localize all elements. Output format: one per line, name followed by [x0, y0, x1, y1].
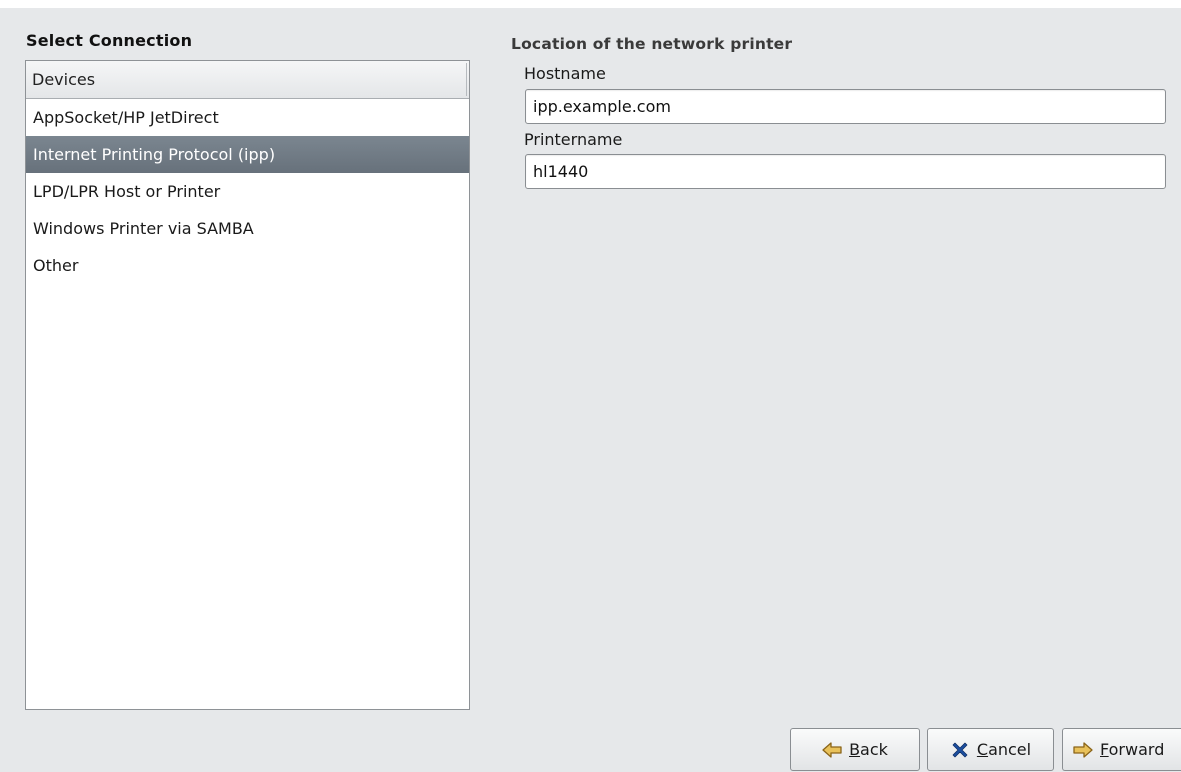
back-mnemonic: B — [849, 740, 861, 759]
back-label-rest: ack — [860, 740, 888, 759]
printername-label: Printername — [524, 130, 623, 149]
list-item-lpd[interactable]: LPD/LPR Host or Printer — [26, 173, 469, 210]
forward-label-rest: orward — [1108, 740, 1165, 759]
select-connection-title: Select Connection — [26, 31, 193, 50]
back-button-label: Back — [849, 740, 888, 759]
cancel-button-label: Cancel — [977, 740, 1031, 759]
list-item-ipp[interactable]: Internet Printing Protocol (ipp) — [26, 136, 469, 173]
arrow-left-icon — [822, 741, 842, 759]
forward-mnemonic: F — [1100, 740, 1109, 759]
cancel-button[interactable]: Cancel — [927, 728, 1054, 771]
top-edge — [0, 0, 1181, 8]
devices-column-header[interactable]: Devices — [26, 61, 469, 99]
cancel-mnemonic: C — [976, 740, 989, 759]
list-item-appsocket[interactable]: AppSocket/HP JetDirect — [26, 99, 469, 136]
location-title: Location of the network printer — [511, 35, 793, 53]
back-button[interactable]: Back — [790, 728, 920, 771]
hostname-label: Hostname — [524, 64, 606, 83]
hostname-input[interactable] — [525, 89, 1166, 124]
device-list[interactable]: Devices AppSocket/HP JetDirect Internet … — [25, 60, 470, 710]
add-printer-dialog: Select Connection Devices AppSocket/HP J… — [0, 0, 1181, 772]
forward-button[interactable]: Forward — [1062, 728, 1181, 771]
arrow-right-icon — [1073, 741, 1093, 759]
cancel-label-rest: ancel — [988, 740, 1032, 759]
printername-input[interactable] — [525, 154, 1166, 189]
list-item-other[interactable]: Other — [26, 247, 469, 284]
forward-button-label: Forward — [1100, 740, 1164, 759]
list-item-samba[interactable]: Windows Printer via SAMBA — [26, 210, 469, 247]
x-cancel-icon — [950, 741, 970, 759]
